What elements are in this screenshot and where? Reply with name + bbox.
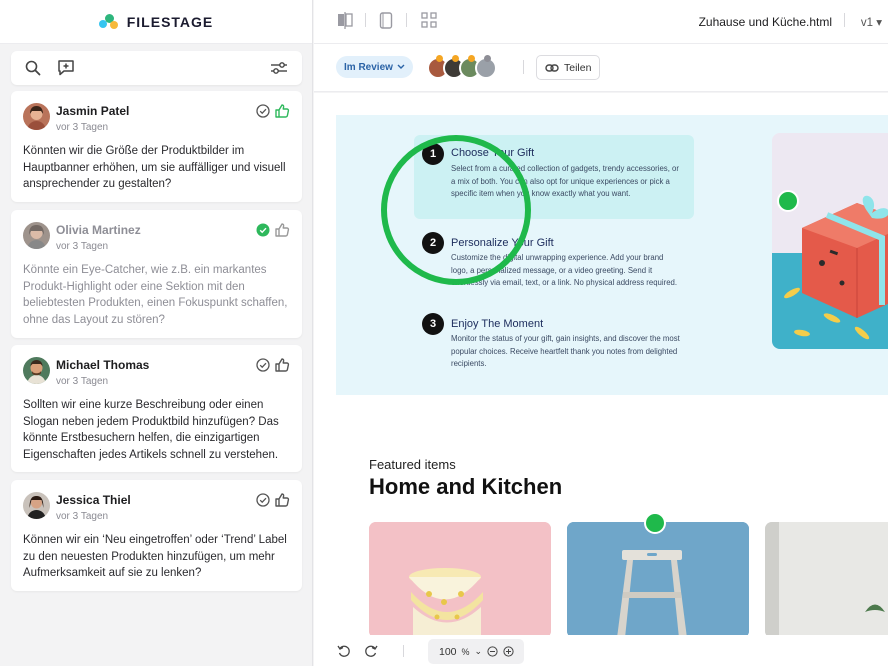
comment-card[interactable]: Jessica Thiel vor 3 Tagen Können wir ein… [11, 480, 302, 591]
comment-author: Olivia Martinez [56, 223, 141, 237]
version-label: v1 [860, 17, 874, 29]
divider [403, 645, 404, 657]
product-card[interactable] [765, 522, 888, 635]
comment-text: Sollten wir eine kurze Beschreibung oder… [23, 399, 279, 461]
comment-pin[interactable] [777, 190, 799, 212]
zoom-out-icon[interactable] [487, 646, 498, 657]
comment-card[interactable]: Michael Thomas vor 3 Tagen Sollten wir e… [11, 345, 302, 472]
resolved-check-icon[interactable] [256, 223, 270, 237]
comment-author: Michael Thomas [56, 358, 150, 372]
how-it-works-section: 1 Choose Your Gift Select from a curated… [336, 115, 888, 395]
single-page-icon[interactable] [379, 12, 393, 29]
rotate-right-icon[interactable] [364, 644, 378, 658]
circle-annotation[interactable] [381, 135, 531, 285]
step-title: Enjoy The Moment [451, 318, 544, 330]
compare-view-icon[interactable] [337, 12, 353, 29]
chevron-down-icon [397, 64, 405, 69]
step-description: Monitor the status of your gift, gain in… [451, 334, 680, 369]
resolve-check-icon[interactable] [256, 493, 270, 507]
reviewer-avatars[interactable] [427, 55, 517, 81]
comment-time: vor 3 Tagen [56, 122, 109, 133]
step-number: 3 [422, 313, 444, 335]
divider [406, 13, 407, 27]
product-card[interactable] [369, 522, 551, 635]
grid-view-icon[interactable] [421, 12, 437, 28]
like-thumb-icon[interactable] [274, 492, 290, 508]
avatar [23, 357, 50, 384]
version-selector[interactable]: v1 ▾ [861, 15, 882, 29]
chevron-down-icon: ▾ [876, 17, 882, 29]
zoom-level: 100 [439, 645, 457, 658]
status-dot [452, 55, 459, 62]
divider [365, 13, 366, 27]
comment-time: vor 3 Tagen [56, 376, 109, 387]
comment-time: vor 3 Tagen [56, 511, 109, 522]
comment-author: Jessica Thiel [56, 493, 131, 507]
avatar [23, 103, 50, 130]
like-thumb-icon[interactable] [274, 357, 290, 373]
zoom-in-icon[interactable] [503, 646, 514, 657]
zoom-unit: % [461, 646, 470, 657]
comment-card[interactable]: Jasmin Patel vor 3 Tagen Könnten wir die… [11, 91, 302, 202]
comment-pin[interactable] [644, 512, 666, 534]
share-label: Teilen [564, 61, 592, 74]
comment-text: Könnten wir die Größe der Produktbilder … [23, 145, 286, 190]
file-name: Zuhause und Küche.html [698, 15, 832, 29]
bottom-toolbar: 100 % ⌄ [314, 635, 888, 666]
divider [844, 13, 845, 27]
zoom-control[interactable]: 100 % ⌄ [428, 639, 524, 664]
status-dot [468, 55, 475, 62]
like-thumb-icon[interactable] [274, 222, 290, 238]
brand-name: FILESTAGE [126, 13, 214, 30]
section-subtitle: Featured items [369, 457, 456, 472]
avatar [23, 222, 50, 249]
review-status-dropdown[interactable]: Im Review [336, 56, 413, 78]
comment-card[interactable]: Olivia Martinez vor 3 Tagen Könnte ein E… [11, 210, 302, 338]
link-icon [545, 63, 559, 72]
review-status-label: Im Review [344, 61, 393, 73]
filestage-logo-icon [98, 13, 119, 30]
comment-text: Könnte ein Eye-Catcher, wie z.B. ein mar… [23, 264, 288, 326]
search-icon[interactable] [23, 58, 43, 78]
bowls-image [369, 522, 551, 635]
comment-author: Jasmin Patel [56, 104, 130, 118]
comment-tools [11, 51, 302, 85]
chevron-down-icon[interactable]: ⌄ [475, 646, 483, 657]
avatar [23, 492, 50, 519]
comments-sidebar: FILESTAGE Jasmin Patel vor 3 Tagen Könnt… [0, 0, 313, 666]
gift-image [772, 133, 888, 349]
add-comment-icon[interactable] [56, 58, 76, 78]
share-button[interactable]: Teilen [536, 55, 601, 80]
resolve-check-icon[interactable] [256, 358, 270, 372]
filter-icon[interactable] [269, 58, 289, 78]
resolve-check-icon[interactable] [256, 104, 270, 118]
comment-time: vor 3 Tagen [56, 241, 109, 252]
rotate-left-icon[interactable] [337, 644, 351, 658]
review-bar: Im Review Teilen [314, 44, 888, 92]
section-title: Home and Kitchen [369, 474, 563, 499]
like-thumb-icon[interactable] [274, 103, 290, 119]
divider [523, 60, 524, 74]
brand-header: FILESTAGE [0, 0, 312, 44]
interior-image [765, 522, 888, 635]
status-dot [484, 55, 491, 62]
comment-text: Können wir ein ‘Neu eingetroffen’ oder ‘… [23, 534, 287, 579]
product-card[interactable] [567, 522, 749, 635]
top-bar: Zuhause und Küche.html v1 ▾ [314, 0, 888, 44]
stool-image [567, 522, 749, 635]
status-dot [436, 55, 443, 62]
review-canvas[interactable]: 1 Choose Your Gift Select from a curated… [314, 93, 888, 635]
